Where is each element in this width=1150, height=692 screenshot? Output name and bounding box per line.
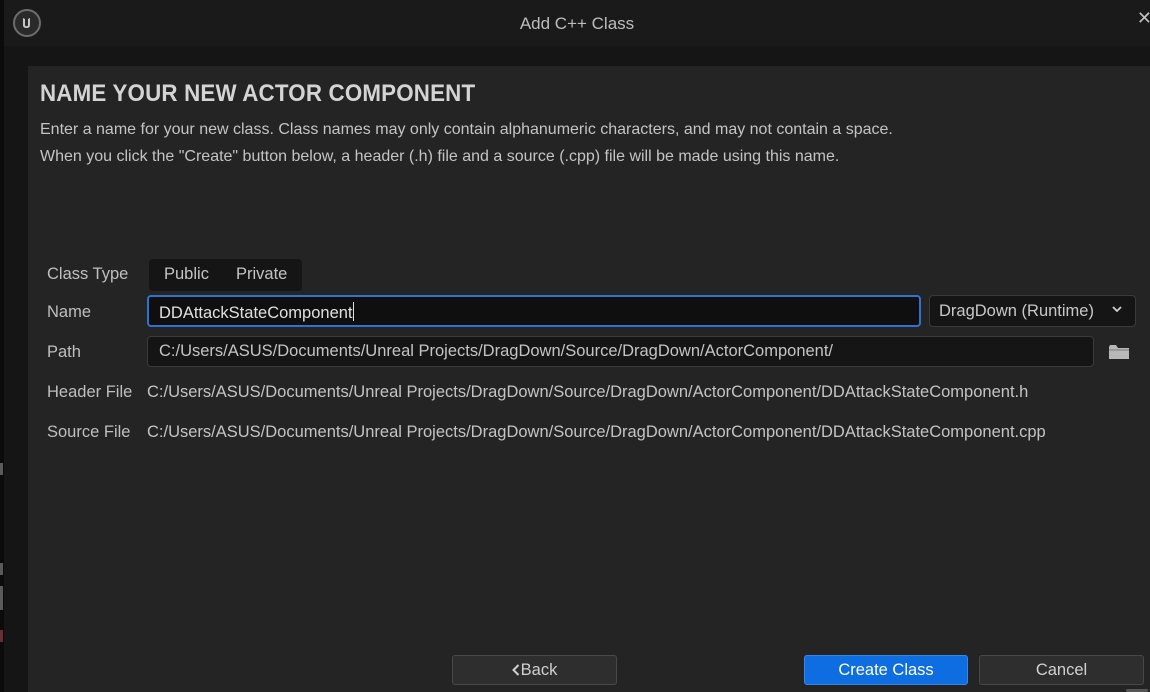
dialog-content: NAME YOUR NEW ACTOR COMPONENT Enter a na…	[28, 66, 1150, 692]
path-label: Path	[47, 343, 81, 361]
back-button[interactable]: Back	[452, 655, 617, 685]
header-file-value: C:/Users/ASUS/Documents/Unreal Projects/…	[147, 383, 1029, 401]
module-dropdown-value: DragDown (Runtime)	[939, 302, 1094, 320]
name-label: Name	[47, 303, 92, 321]
description-line-2: When you click the "Create" button below…	[40, 148, 840, 165]
class-name-value: DDAttackStateComponent	[159, 304, 353, 322]
path-value: C:/Users/ASUS/Documents/Unreal Projects/…	[159, 342, 834, 360]
text-caret	[352, 302, 354, 321]
page-heading: NAME YOUR NEW ACTOR COMPONENT	[40, 80, 476, 107]
chevron-down-icon	[1112, 306, 1122, 313]
class-type-private-option[interactable]: Private	[236, 265, 287, 284]
left-edge-mark	[0, 563, 3, 575]
title-bar: Add C++ Class ✕	[4, 0, 1150, 46]
create-class-button[interactable]: Create Class	[804, 655, 968, 685]
left-edge-mark	[0, 586, 3, 610]
cancel-button[interactable]: Cancel	[979, 655, 1144, 685]
class-name-input[interactable]: DDAttackStateComponent	[147, 295, 921, 327]
chevron-left-icon	[511, 664, 519, 676]
left-edge-mark	[0, 463, 3, 475]
class-type-toggle: Public Private	[149, 259, 302, 291]
left-edge-mark	[0, 630, 3, 642]
back-button-label: Back	[520, 661, 558, 679]
left-edge-strip	[0, 0, 4, 692]
class-type-public-option[interactable]: Public	[164, 265, 209, 284]
description-line-1: Enter a name for your new class. Class n…	[40, 121, 893, 138]
source-file-label: Source File	[47, 423, 131, 441]
class-type-label: Class Type	[47, 265, 129, 283]
close-icon[interactable]: ✕	[1137, 8, 1150, 29]
panel-gap	[4, 46, 1150, 66]
source-file-value: C:/Users/ASUS/Documents/Unreal Projects/…	[147, 423, 1046, 441]
path-input[interactable]: C:/Users/ASUS/Documents/Unreal Projects/…	[147, 336, 1094, 367]
module-dropdown[interactable]: DragDown (Runtime)	[929, 295, 1136, 327]
window-title: Add C++ Class	[519, 14, 635, 33]
header-file-label: Header File	[47, 383, 133, 401]
folder-icon[interactable]	[1108, 344, 1130, 360]
